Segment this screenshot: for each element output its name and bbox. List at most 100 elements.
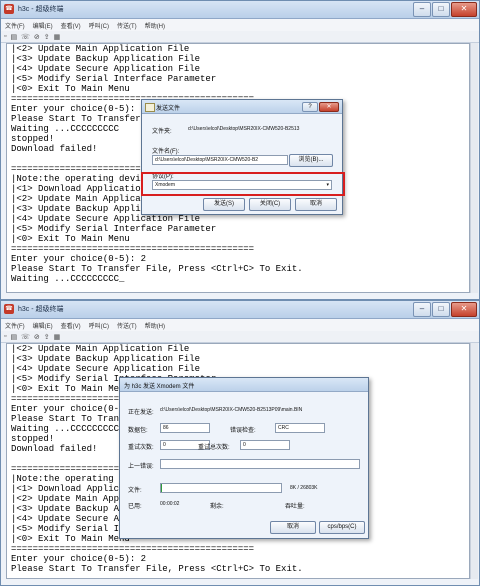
cancel-button[interactable]: 取消 <box>295 198 337 211</box>
disconnect-icon[interactable]: ⊘ <box>34 333 40 341</box>
bottom-hyperterminal-window: ☎ h3c - 超级终端 – □ ✕ 文件(F) 编辑(E) 查看(V) 呼叫(… <box>0 300 480 586</box>
menu-edit[interactable]: 编辑(E) <box>33 321 53 330</box>
terminal-line: |<3> Update Backup Application File <box>11 54 201 64</box>
menu-view[interactable]: 查看(V) <box>61 21 81 30</box>
window-title: h3c - 超级终端 <box>18 306 64 313</box>
menu-help[interactable]: 帮助(H) <box>145 321 165 330</box>
cancel-transfer-button[interactable]: 取消 <box>270 521 316 534</box>
remaining-label: 剩余: <box>210 504 224 510</box>
terminal-line: ========================================… <box>11 244 255 254</box>
sending-file-path: d:\Users\elcol\Desktop\MSR20IX-CMW520-B2… <box>160 407 303 413</box>
menu-transfer[interactable]: 传送(T) <box>117 21 137 30</box>
window-title: h3c - 超级终端 <box>18 6 64 13</box>
folder-label: 文件夹: <box>152 129 172 135</box>
sending-label: 正在发送: <box>128 410 154 416</box>
send-file-dialog-title: 发送文件 <box>156 106 181 112</box>
cps-bps-toggle-button[interactable]: cps/bps(C) <box>319 521 365 534</box>
terminal-line: |<3> Update Backup Application File <box>11 354 201 364</box>
send-file-dialog: 发送文件 ? ✕ 文件夹: d:\Users\elcol\Desktop\MSR… <box>141 99 343 215</box>
menu-edit[interactable]: 编辑(E) <box>33 21 53 30</box>
properties-icon[interactable]: ▦ <box>54 33 61 41</box>
help-button[interactable]: ? <box>302 102 318 112</box>
error-check-value: CRC <box>275 423 325 433</box>
menu-view[interactable]: 查看(V) <box>61 321 81 330</box>
menu-bar: 文件(F) 编辑(E) 查看(V) 呼叫(C) 传送(T) 帮助(H) <box>1 319 479 331</box>
terminal-line: |<5> Modify Serial Interface Parameter <box>11 74 217 84</box>
folder-value: d:\Users\elcol\Desktop\MSR20IX-CMW520-B2… <box>188 126 300 132</box>
xmodem-send-dialog: 为 h3c 发送 Xmodem 文件 正在发送: d:\Users\elcol\… <box>119 377 369 539</box>
send-file-dialog-titlebar[interactable]: 发送文件 ? ✕ <box>142 100 342 114</box>
terminal-line: |<4> Update Secure Application File <box>11 364 201 374</box>
menu-file[interactable]: 文件(F) <box>5 321 25 330</box>
terminal-line: |<4> Update Secure Application File <box>11 64 201 74</box>
minimize-button[interactable]: – <box>413 302 431 317</box>
terminal-line: |<4> Update Secure Application File <box>11 214 201 224</box>
terminal-line: |<0> Exit To Main Menu <box>11 234 130 244</box>
maximize-button[interactable]: □ <box>432 302 450 317</box>
last-error-value <box>160 459 360 469</box>
filename-input[interactable]: d:\Users\elcol\Desktop\MSR20IX-CMW520-B2 <box>152 155 288 165</box>
minimize-button[interactable]: – <box>413 2 431 17</box>
terminal-line: Enter your choice(0-5): 2 <box>11 254 147 264</box>
elapsed-label: 已用: <box>128 504 142 510</box>
terminal-line: |<2> Update Main Application File <box>11 44 190 54</box>
disconnect-icon[interactable]: ⊘ <box>34 33 40 41</box>
error-check-label: 错误检查: <box>230 428 256 434</box>
last-error-label: 上一错误: <box>128 464 154 470</box>
new-icon[interactable]: ▫ <box>4 33 6 40</box>
browse-button[interactable]: 浏览(B)... <box>289 154 333 167</box>
vertical-scrollbar[interactable] <box>470 343 478 579</box>
toolbar: ▫ ▤ ☏ ⊘ ⇪ ▦ <box>1 331 479 343</box>
retries-label: 重试次数: <box>128 445 154 451</box>
close-button[interactable]: ✕ <box>451 302 477 317</box>
new-icon[interactable]: ▫ <box>4 333 6 340</box>
throughput-label: 吞吐量: <box>285 504 305 510</box>
file-label: 文件: <box>128 488 142 494</box>
title-bar[interactable]: ☎ h3c - 超级终端 – □ ✕ <box>1 301 479 319</box>
elapsed-value: 00:00:02 <box>160 501 180 507</box>
total-retries-value: 0 <box>240 440 290 450</box>
vertical-scrollbar[interactable] <box>470 43 478 293</box>
packet-value: 86 <box>160 423 210 433</box>
file-progress-fill <box>161 484 162 492</box>
open-icon[interactable]: ▤ <box>10 333 17 341</box>
packet-label: 数据包: <box>128 428 148 434</box>
hyperterminal-app-icon: ☎ <box>4 304 14 314</box>
protocol-highlight-box <box>141 172 345 196</box>
dialog-close-button[interactable]: ✕ <box>319 102 339 112</box>
close-button[interactable]: ✕ <box>451 2 477 17</box>
connect-icon[interactable]: ☏ <box>21 33 30 41</box>
terminal-line: |<2> Update Main Application File <box>11 344 190 354</box>
terminal-line: Please Start To Transfer File, Press <Ct… <box>11 264 303 274</box>
menu-call[interactable]: 呼叫(C) <box>89 321 109 330</box>
xmodem-dialog-title: 为 h3c 发送 Xmodem 文件 <box>124 384 195 390</box>
terminal-line: |<0> Exit To Main Menu <box>11 84 130 94</box>
terminal-line: |<5> Modify Serial Interface Parameter <box>11 224 217 234</box>
xmodem-dialog-titlebar[interactable]: 为 h3c 发送 Xmodem 文件 <box>120 378 368 392</box>
terminal-line: Please Start To Transfer File, Press <Ct… <box>11 564 303 574</box>
menu-help[interactable]: 帮助(H) <box>145 21 165 30</box>
menu-transfer[interactable]: 传送(T) <box>117 321 137 330</box>
send-file-icon[interactable]: ⇪ <box>44 33 50 41</box>
send-file-icon[interactable]: ⇪ <box>44 333 50 341</box>
open-icon[interactable]: ▤ <box>10 33 17 41</box>
menu-file[interactable]: 文件(F) <box>5 21 25 30</box>
total-retries-label: 重试总次数: <box>198 445 230 451</box>
title-bar[interactable]: ☎ h3c - 超级终端 – □ ✕ <box>1 1 479 19</box>
folder-icon <box>145 103 155 112</box>
file-progress-text: 8K / 26803K <box>290 485 318 491</box>
hyperterminal-app-icon: ☎ <box>4 4 14 14</box>
menu-call[interactable]: 呼叫(C) <box>89 21 109 30</box>
close-dialog-button[interactable]: 关闭(C) <box>249 198 291 211</box>
toolbar: ▫ ▤ ☏ ⊘ ⇪ ▦ <box>1 31 479 43</box>
connect-icon[interactable]: ☏ <box>21 333 30 341</box>
filename-label: 文件名(F): <box>152 149 180 155</box>
terminal-line: Enter your choice(0-5): 2 <box>11 554 147 564</box>
terminal-line: Waiting ...CCCCCCCCC_ <box>11 274 125 284</box>
file-progress-bar <box>160 483 282 493</box>
properties-icon[interactable]: ▦ <box>54 333 61 341</box>
menu-bar: 文件(F) 编辑(E) 查看(V) 呼叫(C) 传送(T) 帮助(H) <box>1 19 479 31</box>
top-hyperterminal-window: ☎ h3c - 超级终端 – □ ✕ 文件(F) 编辑(E) 查看(V) 呼叫(… <box>0 0 480 300</box>
send-button[interactable]: 发送(S) <box>203 198 245 211</box>
maximize-button[interactable]: □ <box>432 2 450 17</box>
